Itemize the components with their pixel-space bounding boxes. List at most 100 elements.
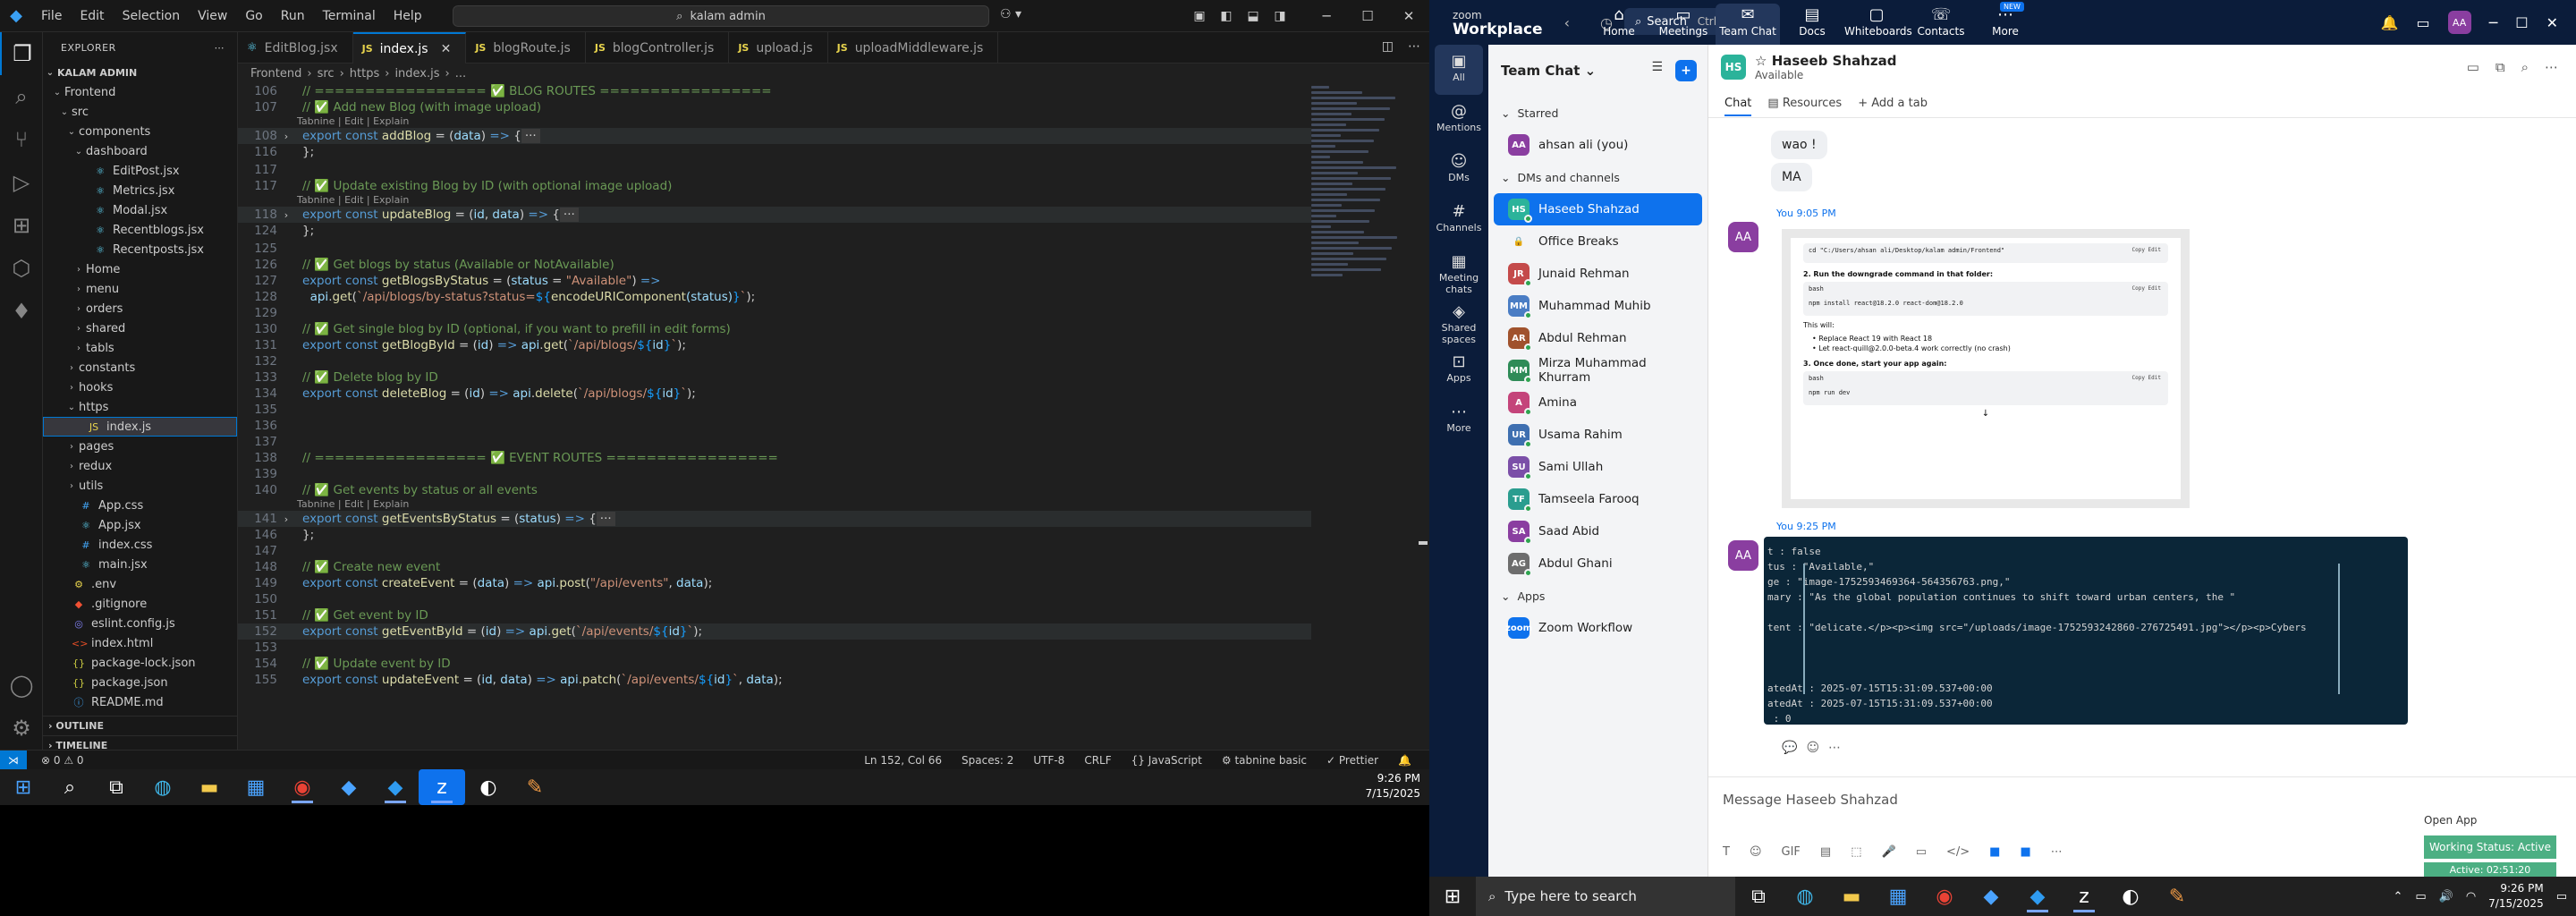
- search-icon[interactable]: ⌕: [2521, 59, 2529, 75]
- code-line[interactable]: 107 // ✅ Add new Blog (with image upload): [238, 99, 1311, 115]
- file-tree-item[interactable]: › redux: [43, 456, 237, 476]
- app-icon[interactable]: ■: [2020, 845, 2030, 859]
- back-icon[interactable]: ‹: [1564, 14, 1570, 31]
- store-icon[interactable]: ▦: [1875, 878, 1921, 914]
- file-explorer-icon[interactable]: ▬: [1828, 878, 1875, 914]
- wifi-icon[interactable]: ◠: [2466, 890, 2476, 903]
- code-line[interactable]: 136: [238, 418, 1311, 434]
- language-mode[interactable]: {} JavaScript: [1131, 754, 1202, 767]
- zoom-icon[interactable]: z: [2061, 878, 2107, 914]
- code-line[interactable]: 152 export const getEventById = (id) => a…: [238, 623, 1311, 640]
- start-icon[interactable]: ⊞: [1429, 878, 1476, 914]
- code-line[interactable]: 130 // ✅ Get single blog by ID (optional,…: [238, 321, 1311, 337]
- file-tree-item[interactable]: ⚛ Metrics.jsx: [43, 181, 237, 200]
- video-call-icon[interactable]: ▭: [2467, 59, 2479, 75]
- editor-tab[interactable]: JS index.js ✕: [352, 32, 467, 64]
- chat-list-item[interactable]: SU Sami Ullah: [1494, 451, 1702, 483]
- file-tree-item[interactable]: ◎ eslint.config.js: [43, 614, 237, 633]
- app-icon[interactable]: ◐: [465, 769, 512, 805]
- menu-terminal[interactable]: Terminal: [314, 9, 385, 23]
- video-icon[interactable]: ▭: [1916, 845, 1927, 859]
- working-status-badge[interactable]: Working Status: Active: [2424, 835, 2556, 859]
- chat-list-item[interactable]: JR Junaid Rehman: [1494, 258, 1702, 290]
- menu-go[interactable]: Go: [236, 9, 271, 23]
- rail-all[interactable]: ▣ All: [1435, 45, 1483, 95]
- contact-name[interactable]: ☆ Haseeb Shahzad: [1755, 53, 1896, 69]
- code-line[interactable]: 131 export const getBlogById = (id) => ap…: [238, 337, 1311, 353]
- nav-tab-contacts[interactable]: ☏ Contacts: [1909, 4, 1973, 45]
- file-tree-item[interactable]: › pages: [43, 437, 237, 456]
- bell-icon[interactable]: 🔔: [2381, 14, 2399, 31]
- file-tree-item[interactable]: ⌄ components: [43, 122, 237, 141]
- file-tree-item[interactable]: {} package.json: [43, 673, 237, 692]
- screenshot-image-1[interactable]: cd "C:/Users/ahsan ali/Desktop/kalam adm…: [1782, 229, 2190, 508]
- editor-tab[interactable]: JS blogRoute.js: [466, 32, 586, 64]
- file-tree-item[interactable]: ◆ .gitignore: [43, 594, 237, 614]
- code-line[interactable]: 155 export const updateEvent = (id, data)…: [238, 672, 1311, 688]
- file-tree-item[interactable]: ⌄ Frontend: [43, 82, 237, 102]
- taskbar-search[interactable]: ⌕ Type here to search: [1476, 877, 1735, 916]
- chat-list-item[interactable]: 🔒 Office Breaks: [1494, 225, 1702, 258]
- apps-section[interactable]: ⌄ Apps: [1488, 580, 1707, 612]
- menu-selection[interactable]: Selection: [114, 9, 190, 23]
- code-line[interactable]: 127 export const getBlogsByStatus = (stat…: [238, 273, 1311, 289]
- chat-list-item[interactable]: AA ahsan ali (you): [1494, 129, 1702, 161]
- file-tree-item[interactable]: › menu: [43, 279, 237, 299]
- code-line[interactable]: 153: [238, 640, 1311, 656]
- more-icon[interactable]: ⋯: [1828, 741, 1841, 755]
- tab-chat[interactable]: Chat: [1724, 97, 1752, 116]
- more-icon[interactable]: ⋯: [2051, 845, 2063, 859]
- chrome-icon[interactable]: ◉: [1921, 878, 1968, 914]
- code-line[interactable]: 133 // ✅ Delete blog by ID: [238, 369, 1311, 386]
- chat-list-item[interactable]: zoom Zoom Workflow: [1494, 612, 1702, 644]
- file-tree-item[interactable]: ⌄ https: [43, 397, 237, 417]
- rail-meeting-chats[interactable]: ▦ Meeting chats: [1429, 245, 1488, 295]
- file-tree-item[interactable]: ⚛ Recentposts.jsx: [43, 240, 237, 259]
- audio-icon[interactable]: 🎤: [1882, 845, 1896, 859]
- chat-list-item[interactable]: TF Tamseela Farooq: [1494, 483, 1702, 515]
- emoji-icon[interactable]: ☺: [1750, 845, 1762, 859]
- rail-apps[interactable]: ⊡ Apps: [1429, 345, 1488, 395]
- file-tree-item[interactable]: ⚛ App.jsx: [43, 515, 237, 535]
- file-tree-item[interactable]: › constants: [43, 358, 237, 377]
- vscode-blue-icon[interactable]: ◆: [1968, 878, 2014, 914]
- rail-more[interactable]: ⋯ More: [1429, 395, 1488, 445]
- file-tree-item[interactable]: › Home: [43, 259, 237, 279]
- settings-gear-icon[interactable]: ⚙: [0, 707, 43, 750]
- breadcrumb-item[interactable]: https: [350, 67, 379, 81]
- file-tree-item[interactable]: ⚛ Recentblogs.jsx: [43, 220, 237, 240]
- minimize-icon[interactable]: ─: [2489, 14, 2498, 31]
- editor-tab[interactable]: JS uploadMiddleware.js: [828, 32, 999, 64]
- codelens[interactable]: Tabnine | Edit | Explain: [297, 194, 409, 207]
- more-actions-icon[interactable]: ⋯: [215, 42, 225, 54]
- breadcrumb-item[interactable]: ...: [455, 67, 466, 81]
- file-tree-item[interactable]: › shared: [43, 318, 237, 338]
- app-icon[interactable]: ◐: [2107, 878, 2154, 914]
- code-line[interactable]: 141 › export const getEventsByStatus = (st…: [238, 511, 1311, 527]
- copilot-icon[interactable]: ⚇ ▾: [1000, 7, 1021, 21]
- more-icon[interactable]: ⋯: [2545, 59, 2558, 75]
- dms-section[interactable]: ⌄ DMs and channels: [1488, 161, 1707, 193]
- close-tab-icon[interactable]: ✕: [441, 42, 452, 56]
- indentation[interactable]: Spaces: 2: [962, 754, 1013, 767]
- scrollbar-thumb[interactable]: [1419, 541, 1428, 545]
- file-icon[interactable]: ▤: [1820, 845, 1831, 859]
- chat-list-item[interactable]: AG Abdul Ghani: [1494, 547, 1702, 580]
- editor-scrollbar[interactable]: [1417, 83, 1429, 750]
- code-line[interactable]: 151 // ✅ Get event by ID: [238, 607, 1311, 623]
- file-tree-item[interactable]: ⌄ src: [43, 102, 237, 122]
- code-line[interactable]: 126 // ✅ Get blogs by status (Available o…: [238, 257, 1311, 273]
- cursor-position[interactable]: Ln 152, Col 66: [864, 754, 942, 767]
- remote-indicator-icon[interactable]: ⋊: [0, 750, 27, 770]
- rail-channels[interactable]: # Channels: [1429, 195, 1488, 245]
- code-line[interactable]: 125: [238, 241, 1311, 257]
- code-line[interactable]: 106 // ================= ✅ BLOG ROUTES ==…: [238, 83, 1311, 99]
- run-debug-icon[interactable]: ▷: [0, 161, 43, 204]
- code-line[interactable]: 117 // ✅ Update existing Blog by ID (with…: [238, 178, 1311, 194]
- rail-dms[interactable]: ☺ DMs: [1429, 145, 1488, 195]
- editor-tab[interactable]: JS blogController.js: [586, 32, 730, 64]
- fold-chevron-icon[interactable]: ›: [277, 513, 295, 525]
- window-icon[interactable]: ▭: [2416, 14, 2429, 31]
- code-line[interactable]: 116};: [238, 144, 1311, 160]
- starred-section[interactable]: ⌄ Starred: [1488, 97, 1707, 129]
